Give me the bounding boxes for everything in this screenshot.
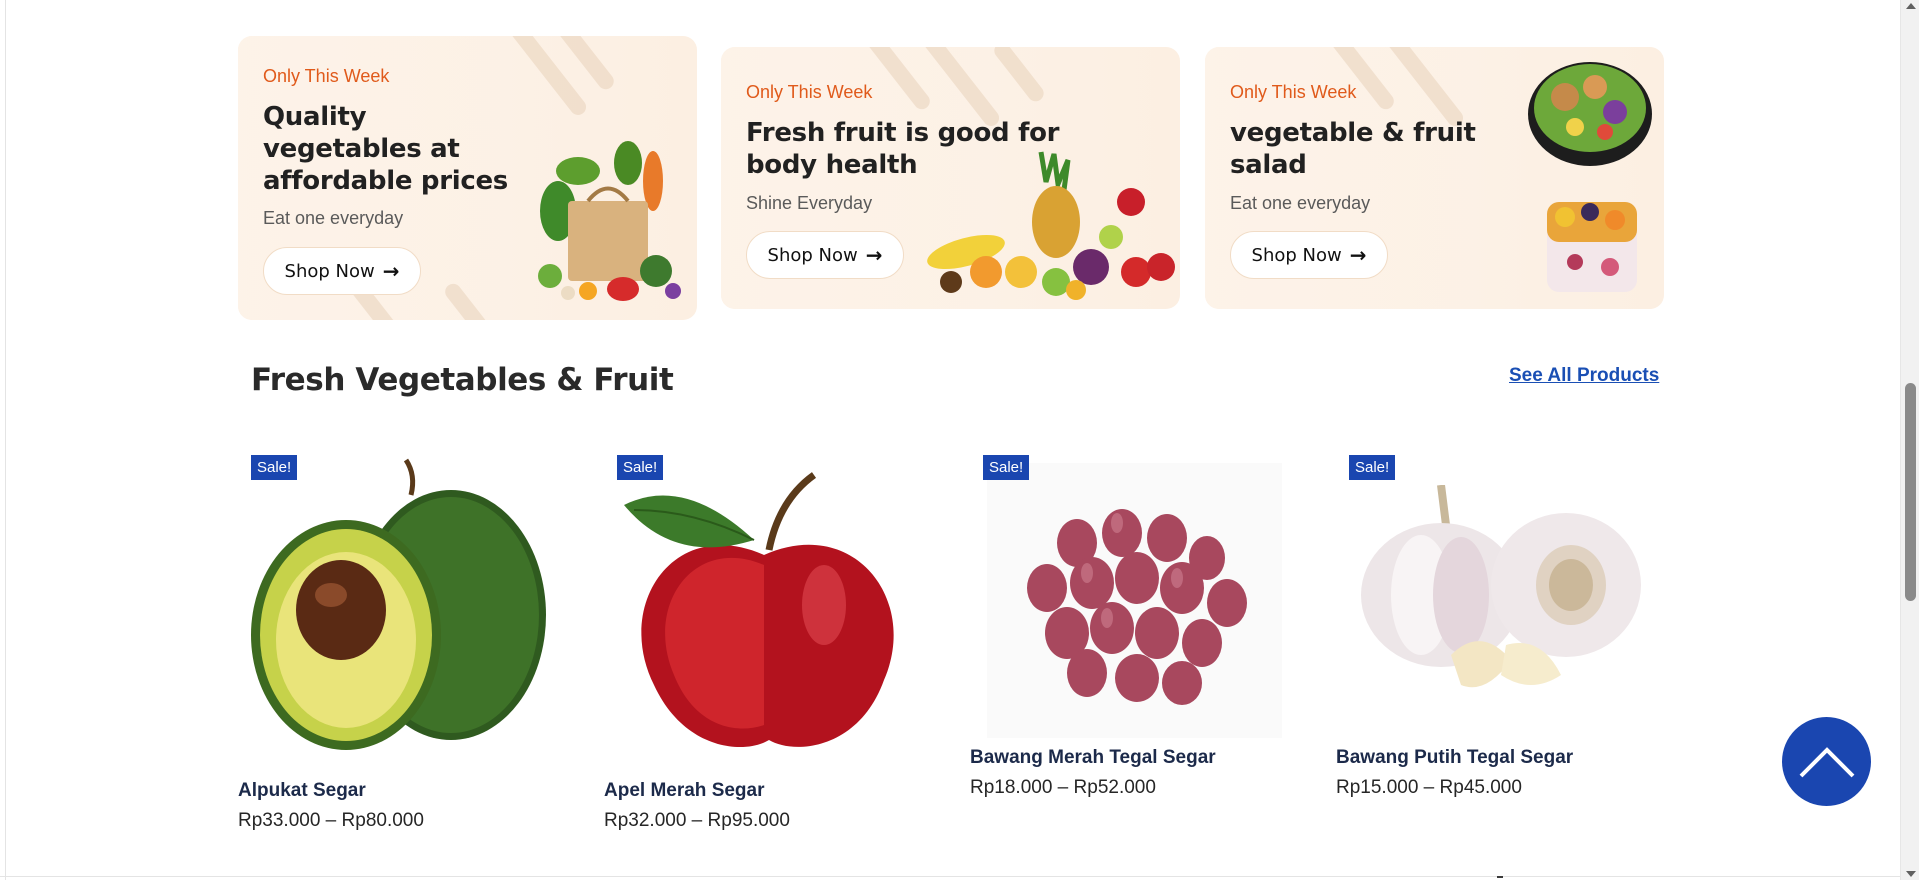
arrow-right-icon: → xyxy=(382,259,400,283)
sale-badge: Sale! xyxy=(617,455,664,480)
product-name[interactable]: Bawang Putih Tegal Segar xyxy=(1336,747,1573,769)
shop-now-button[interactable]: Shop Now → xyxy=(1230,231,1388,279)
sale-badge: Sale! xyxy=(1349,455,1396,480)
page-marker xyxy=(1497,876,1503,878)
vertical-scrollbar[interactable] xyxy=(1900,0,1919,880)
banner-eyebrow: Only This Week xyxy=(746,82,873,102)
avocado-icon xyxy=(251,458,546,750)
product-price: Rp33.000 – Rp80.000 xyxy=(238,810,424,831)
back-to-top-button[interactable] xyxy=(1782,717,1871,806)
page-divider xyxy=(0,876,1900,877)
shallot-icon xyxy=(987,463,1282,738)
banner-tagline: Eat one everyday xyxy=(1230,193,1371,213)
promo-banner-salad: Only This Week vegetable & fruit salad E… xyxy=(1205,47,1664,309)
product-price: Rp32.000 – Rp95.000 xyxy=(604,810,790,831)
salad-bowl-icon xyxy=(1528,62,1652,292)
window-edge xyxy=(0,0,6,880)
sale-badge: Sale! xyxy=(983,455,1030,480)
scroll-down-arrow-icon[interactable] xyxy=(1906,871,1916,877)
scrollbar-thumb[interactable] xyxy=(1905,383,1916,601)
shop-now-button[interactable]: Shop Now → xyxy=(263,247,421,295)
shop-now-button[interactable]: Shop Now → xyxy=(746,231,904,279)
product-name[interactable]: Alpukat Segar xyxy=(238,780,366,802)
promo-banner-vegetables: Only This Week Quality vegetables at aff… xyxy=(238,36,697,320)
see-all-products-link[interactable]: See All Products xyxy=(1509,365,1659,387)
promo-banner-fruit: Only This Week Fresh fruit is good for b… xyxy=(721,47,1180,309)
scroll-up-arrow-icon[interactable] xyxy=(1906,3,1916,9)
product-card[interactable]: Sale! Bawang Putih Tegal Segar Rp15.000 … xyxy=(1336,455,1656,805)
arrow-right-icon: → xyxy=(865,243,883,267)
sale-badge: Sale! xyxy=(251,455,298,480)
product-price: Rp15.000 – Rp45.000 xyxy=(1336,777,1522,798)
chevron-up-icon xyxy=(1799,746,1854,777)
banner-tagline: Shine Everyday xyxy=(746,193,873,213)
product-price: Rp18.000 – Rp52.000 xyxy=(970,777,1156,798)
grocery-bag-icon xyxy=(538,141,681,301)
red-apple-icon xyxy=(624,472,894,748)
banner-headline: Quality vegetables at affordable prices xyxy=(263,102,508,196)
product-card[interactable]: Sale! Bawang Merah Tegal Segar Rp18.000 … xyxy=(970,455,1290,805)
product-name[interactable]: Apel Merah Segar xyxy=(604,780,765,802)
banner-eyebrow: Only This Week xyxy=(1230,82,1357,102)
banner-eyebrow: Only This Week xyxy=(263,66,390,86)
banner-headline: vegetable & fruit salad xyxy=(1230,118,1476,180)
banner-headline: Fresh fruit is good for body health xyxy=(746,118,1060,180)
banner-tagline: Eat one everyday xyxy=(263,208,404,228)
product-card[interactable]: Sale! Apel Merah Segar Rp32.000 – Rp95.0… xyxy=(604,455,924,835)
section-title: Fresh Vegetables & Fruit xyxy=(251,362,674,398)
product-card[interactable]: Sale! Alpukat Segar Rp33.000 – Rp80.000 xyxy=(238,455,558,835)
garlic-icon xyxy=(1361,485,1641,688)
product-name[interactable]: Bawang Merah Tegal Segar xyxy=(970,747,1216,769)
arrow-right-icon: → xyxy=(1349,243,1367,267)
